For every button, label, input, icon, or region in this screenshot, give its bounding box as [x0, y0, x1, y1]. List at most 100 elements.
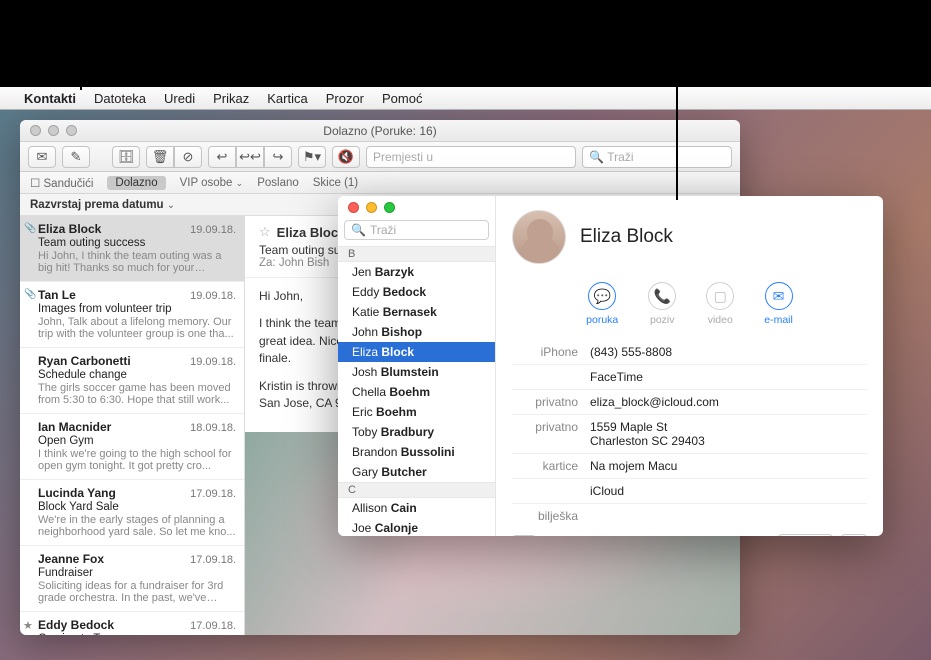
contact-first: Eliza [352, 345, 378, 359]
video-action[interactable]: ▢video [706, 282, 734, 326]
field-value[interactable] [590, 509, 867, 523]
contact-item[interactable]: Eric Boehm [338, 402, 495, 422]
contact-name: Eliza Block [580, 226, 673, 248]
contact-item[interactable]: Allison Cain [338, 498, 495, 518]
attachment-icon: 📎 [24, 223, 36, 234]
menu-window[interactable]: Prozor [326, 91, 364, 106]
contact-fields: iPhone(843) 555-8808FaceTimeprivatnoeliz… [512, 340, 867, 528]
message-date: 19.09.18. [190, 290, 236, 302]
message-item[interactable]: ★Eddy Bedock17.09.18.Coming to TownHey, … [20, 612, 244, 635]
get-mail-button[interactable]: ✉ [28, 146, 56, 168]
message-list[interactable]: 📎Eliza Block19.09.18.Team outing success… [20, 216, 245, 635]
message-item[interactable]: Ryan Carbonetti19.09.18.Schedule changeT… [20, 348, 244, 414]
contact-item[interactable]: Brandon Bussolini [338, 442, 495, 462]
minimize-button[interactable] [48, 125, 59, 136]
email-action[interactable]: ✉e-mail [764, 282, 793, 326]
zoom-button[interactable] [66, 125, 77, 136]
message-item[interactable]: 📎Eliza Block19.09.18.Team outing success… [20, 216, 244, 282]
contact-item[interactable]: Eddy Bedock [338, 282, 495, 302]
compose-button[interactable]: ✎ [62, 146, 90, 168]
mute-button[interactable]: 🔇 [332, 146, 360, 168]
field-value[interactable]: Na mojem Macu [590, 459, 867, 473]
contact-last: Calonje [375, 521, 418, 535]
contact-field-row: iPhone(843) 555-8808 [512, 340, 867, 364]
menu-help[interactable]: Pomoć [382, 91, 422, 106]
contact-last: Boehm [376, 405, 417, 419]
section-header: C [338, 482, 495, 498]
message-preview: We're in the early stages of planning a … [38, 514, 236, 538]
tab-sent[interactable]: Poslano [257, 177, 299, 189]
message-subject: Open Gym [38, 435, 236, 447]
menu-bar: Kontakti Datoteka Uredi Prikaz Kartica P… [0, 87, 931, 110]
avatar[interactable] [512, 210, 566, 264]
field-value[interactable]: FaceTime [590, 370, 867, 384]
archive-button[interactable]: 🗄 [112, 146, 140, 168]
contacts-search-field[interactable]: 🔍Traži [344, 220, 489, 240]
menu-edit[interactable]: Uredi [164, 91, 195, 106]
contact-item[interactable]: Josh Blumstein [338, 362, 495, 382]
field-value[interactable]: eliza_block@icloud.com [590, 395, 867, 409]
reply-all-button[interactable]: ↩↩ [236, 146, 264, 168]
message-preview: I think we're going to the high school f… [38, 448, 236, 472]
add-contact-button[interactable]: ＋ [512, 535, 536, 536]
minimize-button[interactable] [366, 202, 377, 213]
tab-inbox[interactable]: Dolazno [107, 176, 165, 190]
contact-item[interactable]: Chella Boehm [338, 382, 495, 402]
contact-item[interactable]: Gary Butcher [338, 462, 495, 482]
edit-button[interactable]: Uredi [778, 534, 833, 536]
app-menu[interactable]: Kontakti [24, 91, 76, 106]
to-label: Za: [259, 257, 276, 269]
message-item[interactable]: Ian Macnider18.09.18.Open GymI think we'… [20, 414, 244, 480]
message-date: 17.09.18. [190, 554, 236, 566]
share-button[interactable]: ⇪ [841, 534, 867, 536]
message-item[interactable]: Jeanne Fox17.09.18.FundraiserSoliciting … [20, 546, 244, 612]
message-sender: Tan Le [38, 288, 76, 302]
contact-field-row: FaceTime [512, 364, 867, 389]
close-button[interactable] [348, 202, 359, 213]
message-item[interactable]: 📎Tan Le19.09.18.Images from volunteer tr… [20, 282, 244, 348]
contact-first: Joe [352, 521, 371, 535]
forward-button[interactable]: ↪ [264, 146, 292, 168]
message-subject: Block Yard Sale [38, 501, 236, 513]
menu-card[interactable]: Kartica [267, 91, 307, 106]
delete-button[interactable]: 🗑 [146, 146, 174, 168]
junk-button[interactable]: ⊘ [174, 146, 202, 168]
contact-last: Bradbury [381, 425, 434, 439]
field-value[interactable]: 1559 Maple St Charleston SC 29403 [590, 420, 867, 448]
message-sender: Eliza Block [38, 222, 101, 236]
contacts-list[interactable]: BJen BarzykEddy BedockKatie BernasekJohn… [338, 246, 495, 536]
star-icon[interactable]: ☆ [259, 224, 271, 240]
zoom-button[interactable] [384, 202, 395, 213]
mailboxes-toggle[interactable]: ☐ Sandučići [30, 176, 93, 190]
contact-item[interactable]: Eliza Block [338, 342, 495, 362]
contact-field-row: iCloud [512, 478, 867, 503]
mail-search-field[interactable]: 🔍 Traži [582, 146, 732, 168]
tab-vip[interactable]: VIP osobe ⌄ [180, 177, 244, 189]
call-action[interactable]: 📞poziv [648, 282, 676, 326]
flag-button[interactable]: ⚑▾ [298, 146, 326, 168]
contact-first: Toby [352, 425, 377, 439]
contact-item[interactable]: Jen Barzyk [338, 262, 495, 282]
move-to-field[interactable]: Premjesti u [366, 146, 576, 168]
message-subject: Images from volunteer trip [38, 303, 236, 315]
menu-view[interactable]: Prikaz [213, 91, 249, 106]
tab-drafts[interactable]: Skice (1) [313, 177, 358, 189]
message-preview: John, Talk about a lifelong memory. Our … [38, 316, 236, 340]
contact-item[interactable]: Toby Bradbury [338, 422, 495, 442]
message-item[interactable]: Lucinda Yang17.09.18.Block Yard SaleWe'r… [20, 480, 244, 546]
contact-item[interactable]: John Bishop [338, 322, 495, 342]
message-date: 19.09.18. [190, 224, 236, 236]
field-value[interactable]: (843) 555-8808 [590, 345, 867, 359]
field-value[interactable]: iCloud [590, 484, 867, 498]
content-sender: Eliza Block [277, 225, 346, 240]
menu-file[interactable]: Datoteka [94, 91, 146, 106]
reply-button[interactable]: ↩ [208, 146, 236, 168]
contacts-search-placeholder: Traži [370, 223, 396, 237]
close-button[interactable] [30, 125, 41, 136]
contact-first: Allison [352, 501, 387, 515]
mail-titlebar[interactable]: Dolazno (Poruke: 16) [20, 120, 740, 142]
contact-item[interactable]: Joe Calonje [338, 518, 495, 536]
contact-item[interactable]: Katie Bernasek [338, 302, 495, 322]
mail-toolbar: ✉ ✎ 🗄 🗑 ⊘ ↩ ↩↩ ↪ ⚑▾ 🔇 Premjesti u 🔍 Traž… [20, 142, 740, 172]
message-action[interactable]: 💬poruka [586, 282, 618, 326]
